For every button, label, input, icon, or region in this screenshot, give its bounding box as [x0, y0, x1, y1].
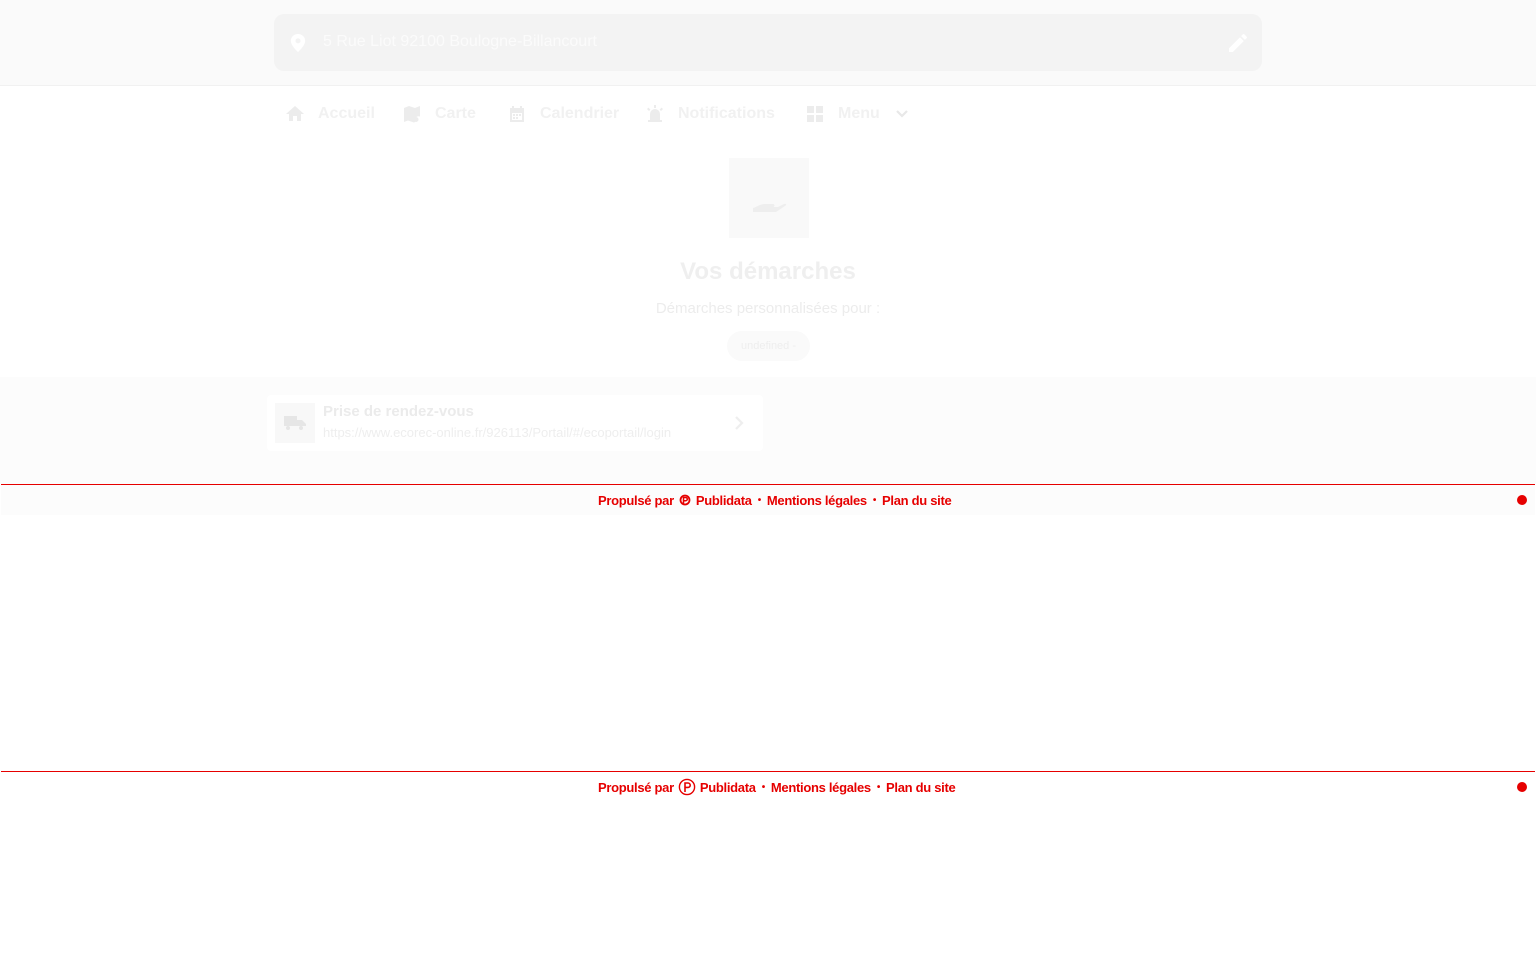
nav-label: Calendrier: [540, 105, 620, 122]
main-nav: Accueil Carte Calendrier Notifications M…: [274, 90, 974, 136]
address-header: 5 Rue Liot 92100 Boulogne-Billancourt: [0, 0, 1536, 86]
nav-item-carte[interactable]: Carte: [403, 102, 476, 126]
nav-item-menu[interactable]: Menu: [806, 102, 910, 126]
footer-links: Propulsé par Publidata • Mentions légale…: [598, 778, 956, 796]
plan-du-site-link[interactable]: Plan du site: [882, 493, 952, 508]
helping-hand-icon: [753, 203, 787, 212]
footer-powered-text: Propulsé par: [598, 779, 674, 795]
nav-item-calendrier[interactable]: Calendrier: [508, 102, 619, 126]
record-indicator-icon: [1517, 782, 1527, 792]
plan-du-site-link[interactable]: Plan du site: [886, 780, 956, 795]
location-pin-icon: [290, 34, 306, 52]
calendar-icon: [510, 106, 524, 122]
footer-separator: •: [872, 494, 877, 506]
nav-item-notifications[interactable]: Notifications: [646, 102, 775, 126]
footer: Propulsé par Publidata • Mentions légale…: [1, 484, 1535, 515]
grid-icon: [807, 106, 823, 122]
publidata-logo-icon: [679, 494, 691, 506]
nav-label: Accueil: [318, 105, 375, 122]
map-icon: [404, 106, 420, 123]
demarches-icon-tile: [729, 158, 809, 238]
address-text: 5 Rue Liot 92100 Boulogne-Billancourt: [323, 33, 597, 50]
chevron-down-icon: [896, 110, 908, 118]
page-subtitle: Démarches personnalisées pour :: [655, 300, 881, 317]
demarche-card[interactable]: Prise de rendez-vous https://www.ecorec-…: [267, 395, 763, 451]
record-indicator-icon: [1517, 495, 1527, 505]
chevron-right-icon: [735, 416, 744, 430]
page-title: Vos démarches: [680, 258, 856, 285]
mentions-legales-link[interactable]: Mentions légales: [767, 493, 867, 508]
demarches-section: [0, 377, 1536, 484]
footer-separator: •: [761, 781, 766, 793]
nav-label: Menu: [838, 105, 880, 122]
publidata-link[interactable]: Publidata: [696, 493, 752, 508]
pencil-icon[interactable]: [1229, 34, 1247, 52]
address-bar[interactable]: 5 Rue Liot 92100 Boulogne-Billancourt: [274, 14, 1262, 71]
footer-links: Propulsé par Publidata • Mentions légale…: [598, 491, 952, 509]
home-icon: [286, 106, 304, 121]
publidata-link[interactable]: Publidata: [700, 780, 756, 795]
footer-separator: •: [876, 781, 881, 793]
demarche-title: Prise de rendez-vous: [323, 403, 474, 420]
publidata-logo-icon: [678, 778, 696, 796]
mentions-legales-link[interactable]: Mentions légales: [771, 780, 871, 795]
demarche-thumb: [275, 403, 315, 443]
nav-item-accueil[interactable]: Accueil: [286, 102, 375, 126]
footer: Propulsé par Publidata • Mentions légale…: [1, 771, 1535, 802]
nav-label: Notifications: [678, 105, 775, 122]
footer-separator: •: [757, 494, 762, 506]
footer-powered-text: Propulsé par: [598, 492, 674, 508]
demarche-url: https://www.ecorec-online.fr/926113/Port…: [323, 425, 672, 440]
nav-label: Carte: [435, 105, 476, 122]
truck-icon: [284, 416, 306, 430]
alarm-bell-icon: [647, 105, 663, 122]
address-pill[interactable]: undefined -: [727, 331, 810, 361]
